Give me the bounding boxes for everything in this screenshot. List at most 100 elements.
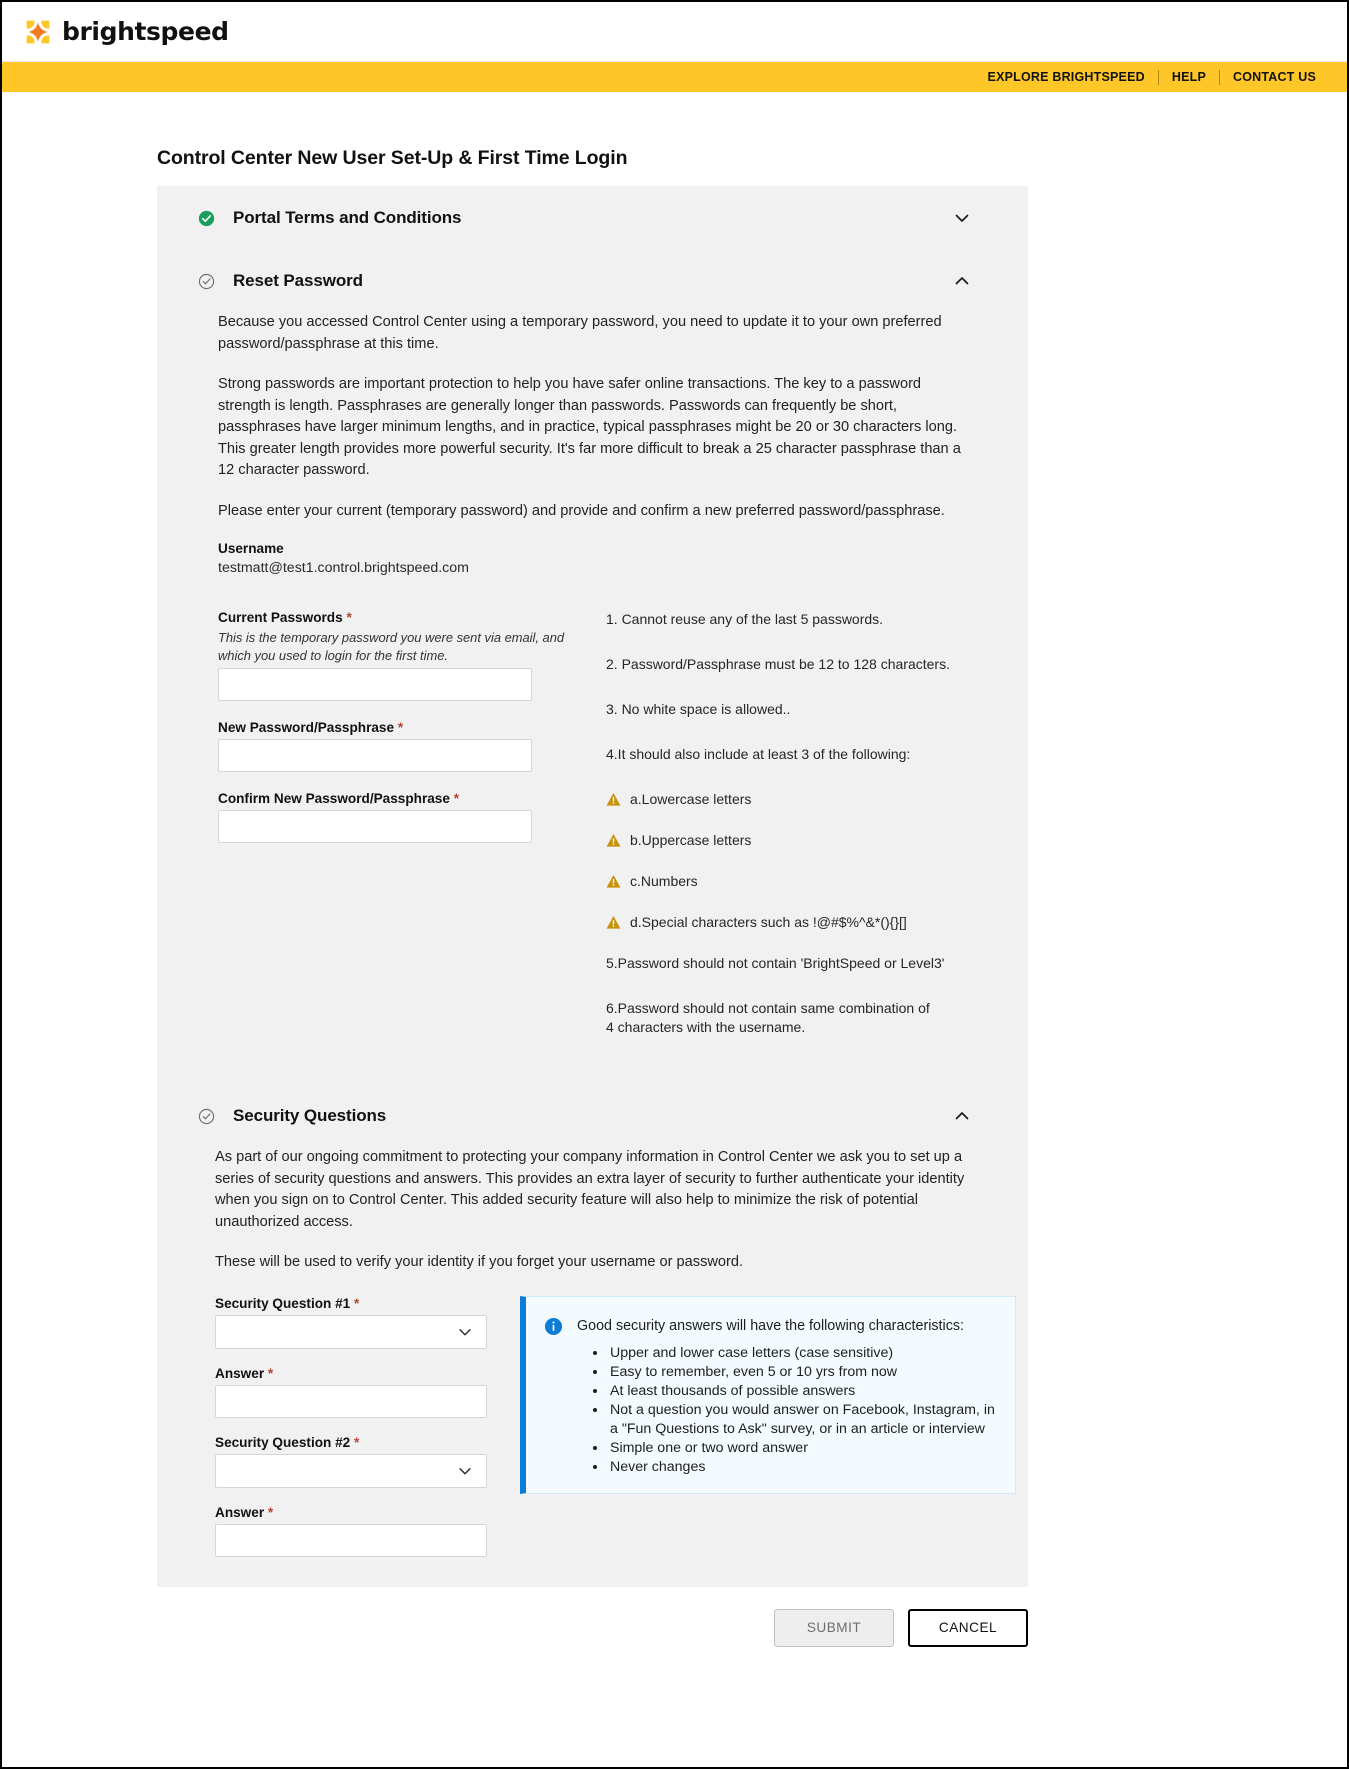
setup-card: Portal Terms and Conditions Reset Passwo… — [157, 186, 1028, 1587]
required-marker: * — [346, 610, 352, 625]
rule-text: b.Uppercase letters — [630, 832, 752, 848]
field-new-password: New Password/Passphrase * — [218, 720, 598, 772]
reset-password-body: Because you accessed Control Center usin… — [157, 312, 1028, 1063]
list-item: At least thousands of possible answers — [608, 1382, 995, 1401]
reset-paragraph-2: Strong passwords are important protectio… — [218, 376, 961, 478]
chevron-up-icon[interactable] — [952, 271, 972, 291]
main-content: Control Center New User Set-Up & First T… — [2, 147, 1347, 1647]
username-label: Username — [218, 541, 284, 556]
confirm-password-label: Confirm New Password/Passphrase * — [218, 791, 598, 806]
password-rule: b.Uppercase letters — [606, 831, 972, 850]
label-text: Security Question #2 — [215, 1434, 351, 1450]
required-marker: * — [453, 791, 460, 806]
security-question-1-select[interactable] — [215, 1314, 487, 1349]
chevron-down-icon — [459, 1467, 471, 1474]
info-panel-header: Good security answers will have the foll… — [526, 1316, 995, 1336]
submit-button[interactable]: SUBMIT — [774, 1608, 894, 1647]
answer-2-label: Answer * — [215, 1505, 487, 1520]
rule-text: 5.Password should not contain 'BrightSpe… — [606, 955, 945, 971]
info-circle-icon — [544, 1317, 563, 1335]
password-rule: 2. Password/Passphrase must be 12 to 128… — [606, 655, 972, 674]
rule-text: 2. Password/Passphrase must be 12 to 128… — [606, 656, 950, 672]
info-panel-bullets: Upper and lower case letters (case sensi… — [526, 1344, 995, 1477]
check-circle-outline-icon — [198, 273, 215, 289]
nav-contact-us[interactable]: CONTACT US — [1220, 71, 1329, 84]
field-current-password: Current Passwords * This is the temporar… — [218, 610, 598, 701]
required-marker: * — [267, 1504, 274, 1520]
security-paragraph-2: These will be used to verify your identi… — [215, 1254, 744, 1270]
answer-1-label: Answer * — [215, 1366, 487, 1381]
current-password-hint: This is the temporary password you were … — [218, 630, 565, 663]
security-answer-info-panel: Good security answers will have the foll… — [520, 1295, 1016, 1494]
security-fields-column: Security Question #1 * Answer * Security… — [215, 1296, 487, 1557]
password-rule: 3. No white space is allowed.. — [606, 700, 972, 719]
accordion-title: Reset Password — [233, 271, 363, 290]
security-paragraph-1: As part of our ongoing commitment to pro… — [215, 1149, 965, 1230]
accordion-portal-terms-and-conditions[interactable]: Portal Terms and Conditions — [157, 186, 1028, 250]
check-circle-filled-icon — [198, 210, 215, 226]
nav-divider — [1157, 69, 1159, 85]
confirm-password-input[interactable] — [218, 810, 532, 843]
accordion-security-questions[interactable]: Security Questions — [157, 1085, 1028, 1147]
password-fields-column: Current Passwords * This is the temporar… — [218, 610, 598, 1063]
security-questions-body: As part of our ongoing commitment to pro… — [157, 1147, 1028, 1557]
password-rule: 1. Cannot reuse any of the last 5 passwo… — [606, 610, 972, 629]
password-rule: d.Special characters such as !@#$%^&*(){… — [606, 913, 972, 932]
current-password-label: Current Passwords * — [218, 610, 598, 625]
password-rule: 4.It should also include at least 3 of t… — [606, 745, 972, 764]
brand-header: brightspeed — [2, 2, 1347, 62]
chevron-down-icon[interactable] — [952, 208, 972, 228]
new-password-label: New Password/Passphrase * — [218, 720, 598, 735]
field-confirm-password: Confirm New Password/Passphrase * — [218, 791, 598, 843]
password-rule: 5.Password should not contain 'BrightSpe… — [606, 954, 972, 973]
answer-1-input[interactable] — [215, 1384, 487, 1418]
list-item: Upper and lower case letters (case sensi… — [608, 1344, 995, 1363]
warning-triangle-icon — [606, 792, 621, 806]
brightspeed-sparkle-logo-icon — [26, 20, 50, 43]
field-answer-2: Answer * — [215, 1505, 487, 1557]
required-marker: * — [397, 720, 404, 735]
label-text: Answer — [215, 1365, 265, 1381]
password-rules-column: 1. Cannot reuse any of the last 5 passwo… — [598, 610, 972, 1063]
list-item: Never changes — [608, 1458, 995, 1477]
brand-name: brightspeed — [62, 17, 229, 46]
accordion-reset-password[interactable]: Reset Password — [157, 250, 1028, 312]
chevron-up-icon[interactable] — [952, 1106, 972, 1126]
required-marker: * — [354, 1295, 360, 1311]
security-question-1-label: Security Question #1 * — [215, 1296, 487, 1311]
field-security-question-1: Security Question #1 * — [215, 1296, 487, 1349]
form-actions: SUBMIT CANCEL — [157, 1587, 1028, 1647]
password-rule: a.Lowercase letters — [606, 790, 972, 809]
label-text: Confirm New Password/Passphrase — [218, 791, 450, 806]
answer-2-input[interactable] — [215, 1523, 487, 1557]
reset-paragraph-1: Because you accessed Control Center usin… — [218, 314, 942, 352]
rule-text: 4.It should also include at least 3 of t… — [606, 746, 911, 762]
nav-explore-brightspeed[interactable]: EXPLORE BRIGHTSPEED — [975, 71, 1158, 84]
security-question-2-select[interactable] — [215, 1453, 487, 1488]
app-page: brightspeed EXPLORE BRIGHTSPEED HELP CON… — [0, 0, 1349, 1769]
utility-nav: EXPLORE BRIGHTSPEED HELP CONTACT US — [2, 62, 1347, 92]
brightspeed-logo[interactable]: brightspeed — [24, 17, 229, 46]
rule-text: 6.Password should not contain same combi… — [606, 1000, 930, 1035]
accordion-title: Security Questions — [233, 1106, 387, 1125]
rule-text: 3. No white space is allowed.. — [606, 701, 791, 717]
nav-help[interactable]: HELP — [1159, 71, 1219, 84]
cancel-button[interactable]: CANCEL — [908, 1608, 1028, 1647]
current-password-input[interactable] — [218, 668, 532, 701]
username-value: testmatt@test1.control.brightspeed.com — [218, 560, 469, 576]
chevron-down-icon — [459, 1328, 471, 1335]
password-rule: 6.Password should not contain same combi… — [606, 999, 936, 1037]
required-marker: * — [267, 1365, 274, 1381]
rule-text: a.Lowercase letters — [630, 791, 752, 807]
rule-text: c.Numbers — [630, 873, 698, 889]
nav-divider — [1218, 69, 1220, 85]
info-panel-heading: Good security answers will have the foll… — [577, 1317, 964, 1334]
label-text: Security Question #1 — [215, 1295, 351, 1311]
new-password-input[interactable] — [218, 739, 532, 772]
warning-triangle-icon — [606, 915, 621, 929]
label-text: Answer — [215, 1504, 265, 1520]
field-security-question-2: Security Question #2 * — [215, 1435, 487, 1488]
warning-triangle-icon — [606, 874, 621, 888]
warning-triangle-icon — [606, 833, 621, 847]
security-info-column: Good security answers will have the foll… — [487, 1295, 1016, 1557]
